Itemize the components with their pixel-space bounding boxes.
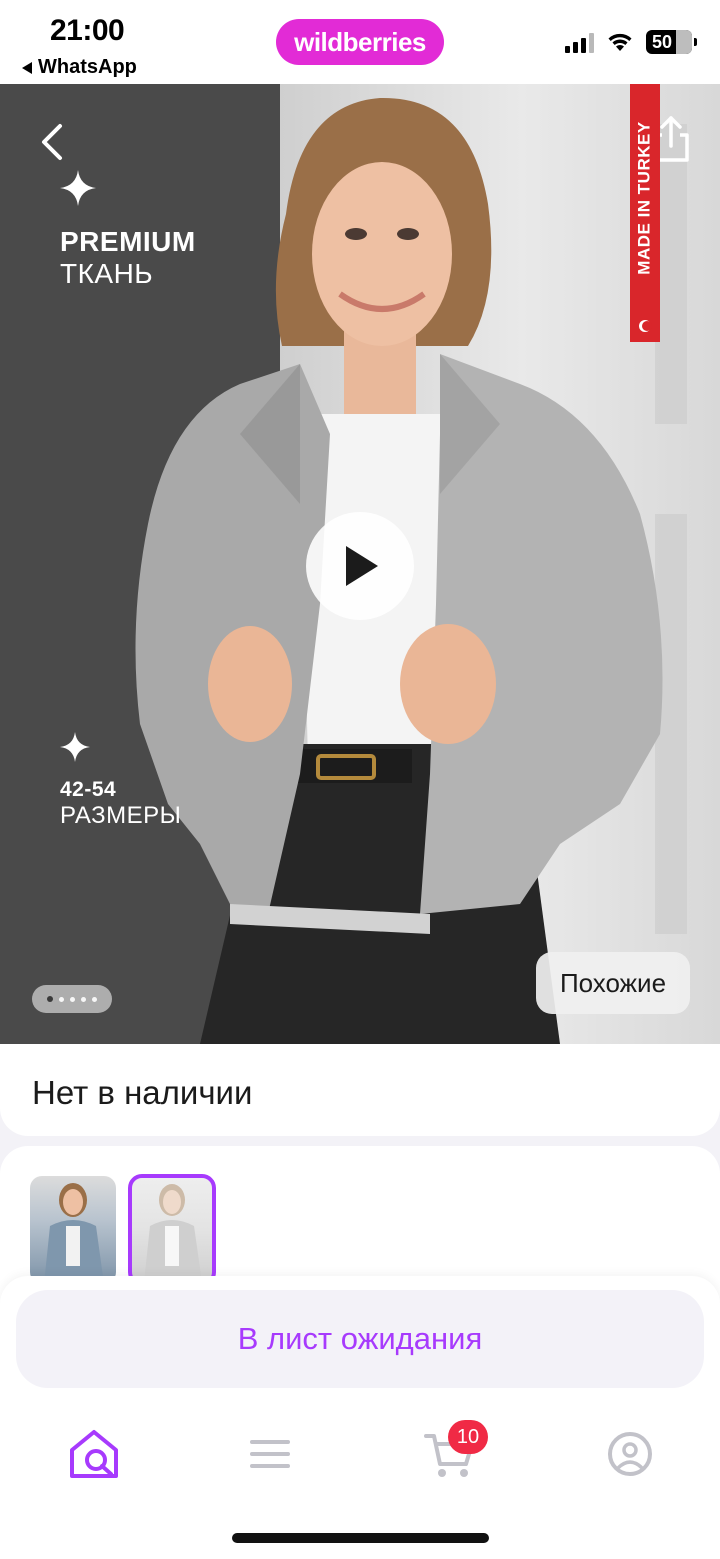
color-variant-thumb-selected[interactable] [128, 1174, 216, 1286]
slide-indicator [32, 985, 112, 1013]
feature-premium-subtitle: ТКАНЬ [60, 258, 154, 289]
back-app-label: WhatsApp [38, 56, 137, 78]
back-to-app-link[interactable]: WhatsApp [22, 56, 137, 79]
battery-level: 50 [652, 31, 673, 52]
catalog-menu-icon[interactable] [240, 1424, 300, 1484]
back-arrow-icon[interactable] [34, 122, 70, 162]
product-screen: 21:00 WhatsApp wildberries 50 PREMIUM ТК… [0, 0, 720, 1559]
profile-icon[interactable] [600, 1424, 660, 1484]
wildberries-logo: wildberries [276, 19, 444, 65]
feature-sizes-subtitle: РАЗМЕРЫ [60, 802, 182, 829]
feature-sizes-title: 42-54 [60, 778, 117, 801]
sparkle-icon [60, 732, 90, 762]
made-in-badge: MADE IN TURKEY [630, 84, 660, 342]
slide-dot [59, 996, 64, 1002]
wifi-icon [608, 33, 632, 51]
variant-photo [144, 1184, 202, 1282]
turkey-flag-icon [639, 320, 652, 332]
back-triangle-icon [22, 61, 32, 74]
sparkle-icon [60, 170, 96, 206]
status-bar: 21:00 WhatsApp wildberries 50 [0, 0, 720, 84]
wait-list-button[interactable]: В лист ожидания [16, 1290, 704, 1388]
stock-status: Нет в наличии [32, 1074, 253, 1111]
color-variant-thumb[interactable] [30, 1176, 116, 1284]
made-in-label: MADE IN TURKEY [635, 121, 654, 275]
feature-premium: PREMIUM ТКАНЬ [60, 226, 196, 290]
slide-dot [81, 996, 86, 1002]
slide-dot [70, 996, 75, 1002]
home-search-icon[interactable] [64, 1424, 124, 1484]
bottom-action-sheet: В лист ожидания [0, 1276, 720, 1559]
stock-card: Нет в наличии [0, 1044, 720, 1136]
system-icons: 50 [565, 30, 697, 54]
product-image-gallery[interactable]: PREMIUM ТКАНЬ 42-54 РАЗМЕРЫ MADE IN TURK… [0, 84, 720, 1044]
play-video-button[interactable] [306, 512, 414, 620]
variant-photo [44, 1183, 104, 1284]
battery-icon: 50 [646, 30, 697, 54]
cellular-signal-icon [565, 31, 594, 53]
slide-dot [92, 996, 97, 1002]
home-indicator[interactable] [232, 1533, 489, 1543]
similar-button[interactable]: Похожие [536, 952, 690, 1014]
feature-premium-title: PREMIUM [60, 226, 196, 257]
slide-dot [47, 996, 53, 1002]
cart-count-badge: 10 [448, 1420, 488, 1454]
feature-sizes: 42-54 РАЗМЕРЫ [60, 778, 181, 830]
status-time: 21:00 [50, 14, 125, 47]
